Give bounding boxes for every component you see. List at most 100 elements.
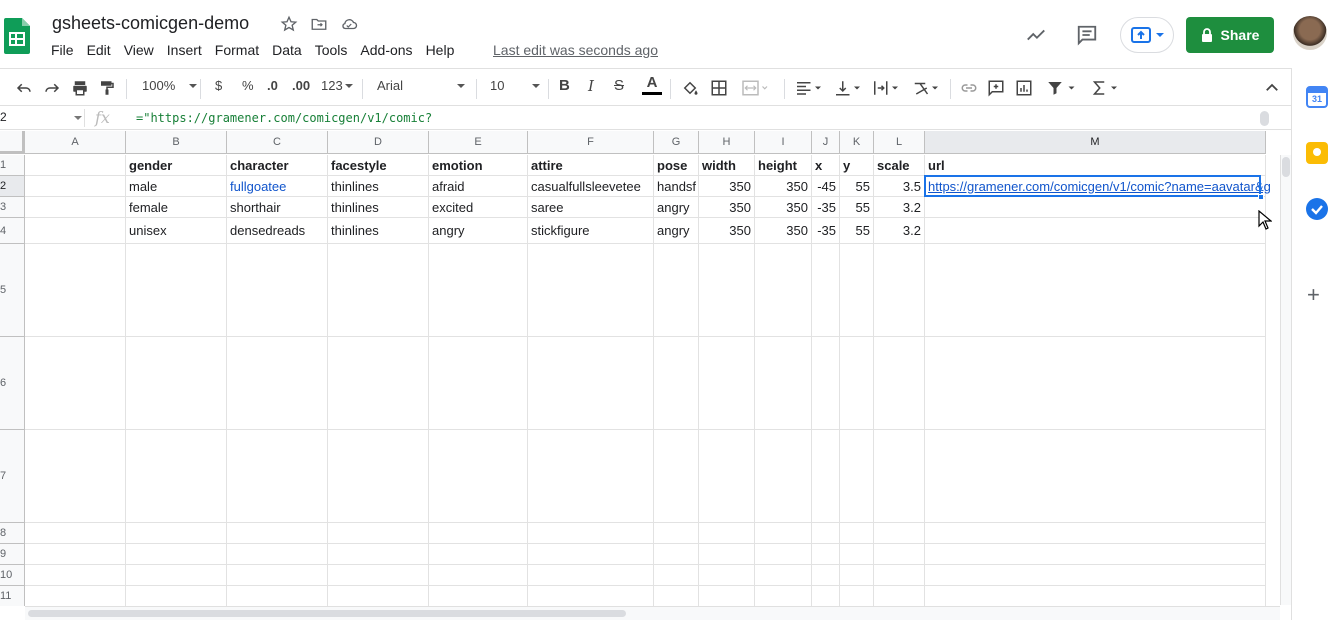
vertical-scrollbar[interactable] [1280,155,1291,605]
row-header-2[interactable]: 2 [0,176,25,197]
cell-k11[interactable] [840,586,874,606]
cell-c3[interactable]: shorthair [227,197,328,218]
cell-e10[interactable] [429,565,528,586]
horizontal-scroll-thumb[interactable] [28,610,626,617]
cell-i6[interactable] [755,337,812,430]
name-box[interactable]: 2 [0,110,82,124]
share-button[interactable]: Share [1186,17,1274,53]
font-size-select[interactable]: 10 [490,78,540,93]
fill-color-icon[interactable] [681,79,699,97]
text-color-button[interactable]: A [642,75,662,95]
cell-a2[interactable] [25,176,126,197]
undo-icon[interactable] [14,79,34,97]
cell-m3[interactable] [925,197,1266,218]
cell-e9[interactable] [429,544,528,565]
horizontal-align-icon[interactable] [794,79,824,97]
menu-data[interactable]: Data [272,42,302,58]
cell-a1[interactable] [25,155,126,176]
activity-trend-icon[interactable] [1024,24,1048,46]
cell-m7[interactable] [925,430,1266,523]
cell-k6[interactable] [840,337,874,430]
cell-f3[interactable]: saree [528,197,654,218]
cell-d1[interactable]: facestyle [328,155,429,176]
comments-icon[interactable] [1075,24,1099,46]
menu-tools[interactable]: Tools [315,42,348,58]
cell-h6[interactable] [699,337,755,430]
calendar-icon[interactable]: 31 [1306,86,1328,108]
cell-h1[interactable]: width [699,155,755,176]
star-icon[interactable] [279,14,299,34]
redo-icon[interactable] [42,79,62,97]
cell-b7[interactable] [126,430,227,523]
column-header-h[interactable]: H [699,131,755,154]
tasks-icon[interactable] [1306,198,1328,220]
cell-d9[interactable] [328,544,429,565]
column-header-j[interactable]: J [812,131,840,154]
cell-b2[interactable]: male [126,176,227,197]
cell-a9[interactable] [25,544,126,565]
cell-a10[interactable] [25,565,126,586]
cell-j6[interactable] [812,337,840,430]
cell-i5[interactable] [755,244,812,337]
cell-d7[interactable] [328,430,429,523]
cell-k2[interactable]: 55 [840,176,874,197]
cell-b3[interactable]: female [126,197,227,218]
text-wrapping-icon[interactable] [871,79,901,97]
cell-h7[interactable] [699,430,755,523]
increase-decimal-button[interactable]: .00 [292,78,310,93]
cell-h9[interactable] [699,544,755,565]
cell-g2[interactable]: handsf [654,176,699,197]
cell-d4[interactable]: thinlines [328,218,429,244]
filter-icon[interactable] [1044,79,1078,97]
cell-j5[interactable] [812,244,840,337]
row-header-11[interactable]: 11 [0,586,25,606]
cell-g10[interactable] [654,565,699,586]
cell-l6[interactable] [874,337,925,430]
cell-i9[interactable] [755,544,812,565]
cell-a3[interactable] [25,197,126,218]
cell-d2[interactable]: thinlines [328,176,429,197]
cell-e4[interactable]: angry [429,218,528,244]
cell-g5[interactable] [654,244,699,337]
column-header-c[interactable]: C [227,131,328,154]
cell-j2[interactable]: -45 [812,176,840,197]
cell-d8[interactable] [328,523,429,544]
vertical-scroll-thumb[interactable] [1282,157,1290,177]
cell-i2[interactable]: 350 [755,176,812,197]
cell-b4[interactable]: unisex [126,218,227,244]
cell-j3[interactable]: -35 [812,197,840,218]
cell-f8[interactable] [528,523,654,544]
cell-k9[interactable] [840,544,874,565]
column-header-d[interactable]: D [328,131,429,154]
cell-j8[interactable] [812,523,840,544]
move-folder-icon[interactable] [309,14,329,34]
cell-i11[interactable] [755,586,812,606]
fill-handle[interactable] [1258,194,1264,200]
cell-e6[interactable] [429,337,528,430]
cell-k3[interactable]: 55 [840,197,874,218]
cell-f9[interactable] [528,544,654,565]
cell-i10[interactable] [755,565,812,586]
cloud-saved-icon[interactable] [339,14,359,34]
cell-m4[interactable] [925,218,1266,244]
cell-b5[interactable] [126,244,227,337]
formula-input[interactable]: ="https://gramener.com/comicgen/v1/comic… [136,111,432,125]
column-header-f[interactable]: F [528,131,654,154]
cell-j11[interactable] [812,586,840,606]
bold-button[interactable]: B [559,77,570,94]
cell-i8[interactable] [755,523,812,544]
borders-icon[interactable] [710,79,728,97]
cell-l2[interactable]: 3.5 [874,176,925,197]
cell-c4[interactable]: densedreads [227,218,328,244]
cell-f4[interactable]: stickfigure [528,218,654,244]
cell-k4[interactable]: 55 [840,218,874,244]
cell-k8[interactable] [840,523,874,544]
cell-a5[interactable] [25,244,126,337]
cell-h8[interactable] [699,523,755,544]
cell-f7[interactable] [528,430,654,523]
horizontal-scrollbar[interactable] [25,606,1280,620]
cell-g7[interactable] [654,430,699,523]
row-header-7[interactable]: 7 [0,430,25,523]
cell-e11[interactable] [429,586,528,606]
cell-a8[interactable] [25,523,126,544]
